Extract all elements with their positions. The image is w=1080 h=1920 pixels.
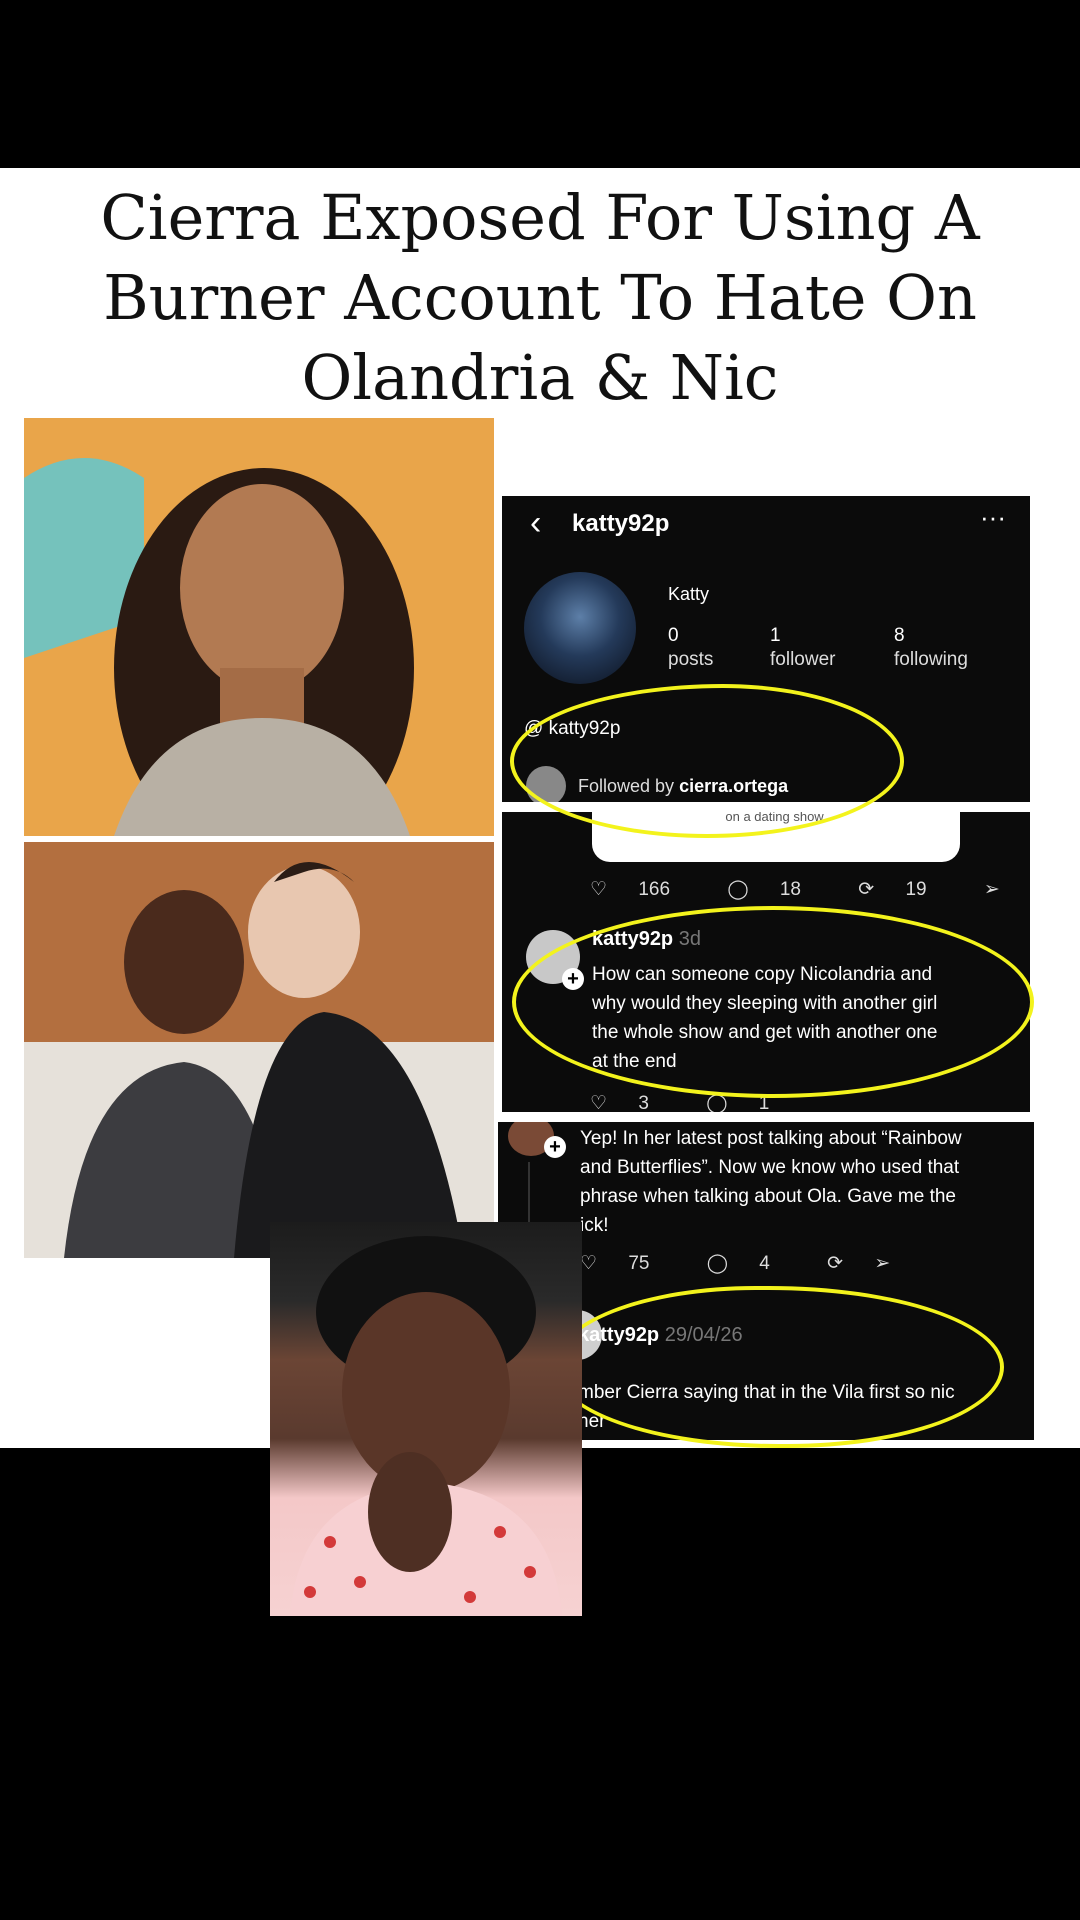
reactor-illustration <box>290 1236 562 1616</box>
reply-line-1: Yep! In her latest post talking about “R… <box>580 1128 962 1149</box>
followers-stat[interactable]: 1 follower <box>770 624 835 672</box>
comment-icon: ◯ <box>706 1253 729 1274</box>
headline-line-1: Cierra Exposed For Using A <box>100 181 980 254</box>
headline-line-2: Burner Account To Hate On <box>103 261 977 334</box>
reply-count: 4 <box>759 1253 770 1274</box>
like-count: 166 <box>638 879 671 900</box>
profile-avatar[interactable] <box>524 572 636 684</box>
heart-icon: ♡ <box>590 879 608 900</box>
reply-body: Yep! In her latest post talking about “R… <box>580 1124 962 1240</box>
posts-label: posts <box>668 649 714 670</box>
couple-illustration <box>24 842 494 1258</box>
followers-label: follower <box>770 649 836 670</box>
highlight-circle-comment <box>512 906 1034 1098</box>
reply-action[interactable]: ◯ 18 <box>727 879 827 900</box>
following-stat[interactable]: 8 following <box>894 624 968 672</box>
headline-line-3: Olandria & Nic <box>301 341 779 414</box>
like-count: 75 <box>628 1253 650 1274</box>
repost-icon: ⟳ <box>858 879 875 900</box>
following-label: following <box>894 649 968 670</box>
back-icon[interactable]: ‹ <box>530 504 541 543</box>
share-icon[interactable]: ➢ <box>874 1253 890 1274</box>
repost-action[interactable]: ⟳ 19 <box>858 879 952 900</box>
comment-icon: ◯ <box>727 879 749 900</box>
highlight-circle-reply <box>552 1286 1004 1448</box>
posts-stat[interactable]: 0 posts <box>668 624 713 672</box>
following-count: 8 <box>894 625 905 646</box>
repost-icon[interactable]: ⟳ <box>827 1253 843 1274</box>
reply-line-2: and Butterflies”. Now we know who used t… <box>580 1157 960 1178</box>
share-icon[interactable]: ➢ <box>984 879 1000 900</box>
like-action[interactable]: ♡ 166 <box>590 879 696 900</box>
follow-plus-icon[interactable]: + <box>544 1136 566 1158</box>
like-count: 3 <box>638 1093 649 1112</box>
post-actions: ♡ 166 ◯ 18 ⟳ 19 ➢ <box>590 878 1026 901</box>
like-action[interactable]: ♡ 75 <box>580 1253 675 1274</box>
portrait-photo <box>24 418 494 836</box>
heart-icon: ♡ <box>590 1093 608 1112</box>
profile-display-name: Katty <box>668 584 710 604</box>
like-action[interactable]: ♡ 3 <box>590 1093 675 1112</box>
posts-count: 0 <box>668 625 679 646</box>
reply-action[interactable]: ◯ 4 <box>707 1253 796 1274</box>
reply-actions: ♡ 75 ◯ 4 ⟳ ➢ <box>580 1252 916 1275</box>
reply-line-3: phrase when talking about Ola. Gave me t… <box>580 1186 957 1207</box>
followers-count: 1 <box>770 625 781 646</box>
heart-icon: ♡ <box>580 1253 598 1274</box>
reply-line-4: ick! <box>580 1215 609 1236</box>
portrait-illustration <box>24 418 494 836</box>
headline: Cierra Exposed For Using A Burner Accoun… <box>40 178 1040 418</box>
repost-count: 19 <box>905 879 927 900</box>
reply-count: 18 <box>779 879 801 900</box>
reactor-photo <box>270 1222 582 1616</box>
more-options-icon[interactable]: ··· <box>980 502 1006 533</box>
couple-photo <box>24 842 494 1258</box>
profile-username: katty92p <box>572 510 670 537</box>
highlight-circle-profile <box>510 684 904 838</box>
